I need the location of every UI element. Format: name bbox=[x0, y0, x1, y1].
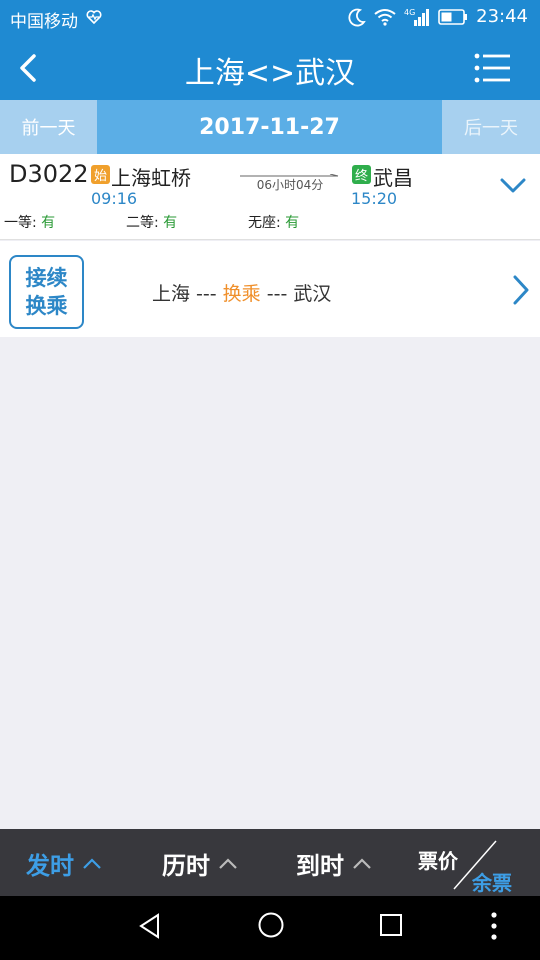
date-bar: 前一天 2017-11-27 后一天 bbox=[0, 100, 540, 154]
moon-icon bbox=[348, 8, 366, 26]
seat-availability: 有 bbox=[41, 215, 56, 231]
sort-by-arrival[interactable]: 到时 bbox=[296, 846, 372, 881]
health-heart-icon bbox=[86, 10, 102, 25]
seat-availability: 有 bbox=[285, 215, 300, 231]
status-icons: 4G 23:44 bbox=[348, 6, 528, 27]
sort-label: 发时 bbox=[26, 852, 74, 880]
from-station: 上海虹桥 bbox=[111, 166, 191, 190]
train-number: D3022 bbox=[9, 160, 89, 188]
wifi-icon bbox=[374, 8, 396, 26]
train-result-card[interactable]: D3022 始 上海虹桥 09:16 06小时04分 终 武昌 15:20 一等… bbox=[0, 154, 540, 240]
sort-bar: 发时 历时 到时 票价 余票 bbox=[0, 829, 540, 896]
seat-first-class: 一等: 有 bbox=[4, 215, 56, 231]
signal-4g-icon: 4G bbox=[404, 8, 430, 26]
seat-class-label: 二等 bbox=[126, 215, 154, 231]
route-via: 换乘 bbox=[222, 283, 261, 305]
sort-by-duration[interactable]: 历时 bbox=[162, 846, 238, 881]
caret-up-icon bbox=[353, 857, 371, 869]
caret-up-icon bbox=[83, 857, 101, 869]
seat-no-seat: 无座: 有 bbox=[248, 215, 300, 231]
sort-label: 到时 bbox=[296, 852, 344, 880]
nav-more-icon[interactable] bbox=[486, 910, 502, 942]
next-day-button[interactable]: 后一天 bbox=[442, 100, 540, 154]
sort-by-departure[interactable]: 发时 bbox=[26, 846, 102, 881]
end-station-badge: 终 bbox=[352, 165, 371, 184]
battery-icon bbox=[438, 8, 468, 25]
arrival-time: 15:20 bbox=[351, 189, 398, 208]
prev-day-button[interactable]: 前一天 bbox=[0, 100, 97, 154]
selected-date[interactable]: 2017-11-27 bbox=[97, 100, 442, 154]
transfer-route: 上海 --- 换乘 --- 武汉 bbox=[152, 279, 331, 306]
seat-class-label: 无座 bbox=[248, 215, 276, 231]
remaining-tickets-label: 余票 bbox=[472, 871, 512, 895]
nav-recent-apps-icon[interactable] bbox=[378, 912, 404, 938]
start-station-badge: 始 bbox=[91, 165, 110, 184]
transfer-badge-line2: 换乘 bbox=[25, 294, 68, 318]
nav-home-icon[interactable] bbox=[256, 910, 286, 940]
to-station: 武昌 bbox=[373, 166, 413, 190]
seat-availability: 有 bbox=[163, 215, 178, 231]
nav-back-icon[interactable] bbox=[136, 912, 164, 940]
list-menu-button[interactable] bbox=[474, 52, 510, 84]
seat-class-label: 一等 bbox=[4, 215, 32, 231]
route-from: 上海 bbox=[152, 283, 191, 305]
svg-text:4G: 4G bbox=[404, 8, 415, 17]
caret-up-icon bbox=[219, 857, 237, 869]
transfer-badge-line1: 接续 bbox=[25, 266, 68, 290]
transfer-option-row[interactable]: 接续 换乘 上海 --- 换乘 --- 武汉 bbox=[0, 241, 540, 337]
carrier-name: 中国移动 bbox=[10, 12, 78, 32]
route-sep: --- bbox=[190, 283, 223, 305]
status-bar: 中国移动 4G 23:44 bbox=[0, 0, 540, 36]
clock-time: 23:44 bbox=[476, 6, 528, 27]
chevron-right-icon[interactable] bbox=[510, 273, 532, 307]
route-to: 武汉 bbox=[293, 283, 332, 305]
system-nav-bar bbox=[0, 896, 540, 960]
chevron-down-icon[interactable] bbox=[498, 174, 528, 198]
seat-second-class: 二等: 有 bbox=[126, 215, 178, 231]
route-sep: --- bbox=[260, 283, 294, 305]
departure-time: 09:16 bbox=[91, 189, 138, 208]
travel-duration: 06小时04分 bbox=[256, 178, 324, 192]
title-bar: 上海<>武汉 bbox=[0, 36, 540, 100]
transfer-badge: 接续 换乘 bbox=[9, 255, 84, 329]
sort-label: 历时 bbox=[162, 852, 210, 880]
page-title: 上海<>武汉 bbox=[184, 56, 356, 91]
